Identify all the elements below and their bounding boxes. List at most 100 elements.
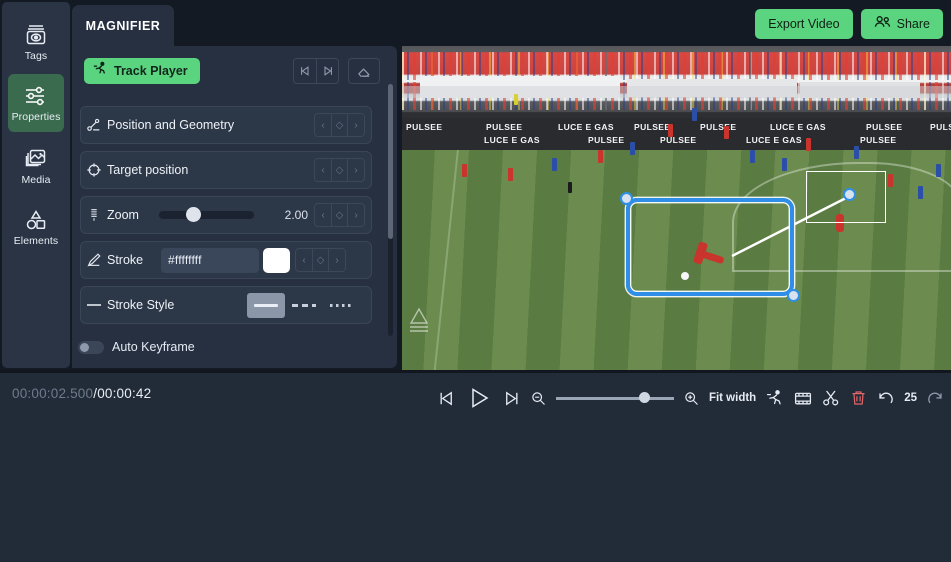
keyframe-step-group <box>293 58 339 84</box>
sidebar-item-tags[interactable]: Tags <box>8 12 64 70</box>
redo-icon[interactable] <box>927 390 944 407</box>
share-label: Share <box>896 17 930 31</box>
stroke-style-dotted-option[interactable] <box>323 293 361 318</box>
keyframe-add-button[interactable]: ◇ <box>312 248 329 272</box>
sidebar-item-label: Tags <box>24 49 48 62</box>
keyframe-prev-button[interactable]: ‹ <box>314 113 331 137</box>
video-editor-app: Tags Properties Media Elements MAGNIFIER… <box>0 0 951 562</box>
resize-handle-top-left[interactable] <box>620 192 633 205</box>
auto-keyframe-toggle[interactable] <box>78 340 104 354</box>
track-player-icon[interactable] <box>766 389 784 407</box>
sidebar-item-label: Media <box>21 173 51 186</box>
keyframe-nav: ‹ ◇ › <box>314 113 365 137</box>
shapes-icon <box>23 208 49 232</box>
share-button[interactable]: Share <box>860 9 943 39</box>
zoom-stack-icon <box>81 207 107 223</box>
zoom-out-icon[interactable] <box>531 391 546 406</box>
keyframe-next-button[interactable]: › <box>348 113 365 137</box>
sidebar-item-properties[interactable]: Properties <box>8 74 64 132</box>
zoom-slider[interactable] <box>159 207 254 222</box>
target-crosshair-icon <box>81 162 107 178</box>
stand-panel <box>402 86 951 98</box>
people-icon <box>874 15 891 34</box>
trash-icon[interactable] <box>850 389 867 407</box>
stroke-color-swatch[interactable] <box>263 247 290 273</box>
current-time: 00:00:02.500 <box>12 386 94 401</box>
row-label: Target position <box>107 163 189 177</box>
target-handle[interactable] <box>843 188 856 201</box>
media-images-icon <box>23 145 49 171</box>
ad-text: LUCE E GAS <box>484 135 540 145</box>
keyframe-next-button[interactable]: › <box>348 203 365 227</box>
sidebar-item-elements[interactable]: Elements <box>8 198 64 256</box>
keyframe-next-button[interactable]: › <box>329 248 346 272</box>
play-icon[interactable] <box>466 385 492 411</box>
keyframe-add-button[interactable]: ◇ <box>331 113 348 137</box>
keyframe-add-button[interactable]: ◇ <box>331 203 348 227</box>
zoom-in-icon[interactable] <box>684 391 699 406</box>
sidebar-item-label: Elements <box>13 234 59 247</box>
row-label: Zoom <box>107 208 139 222</box>
pen-stroke-icon <box>81 252 107 268</box>
track-player-button[interactable]: Track Player <box>84 58 200 84</box>
auto-keyframe-label: Auto Keyframe <box>112 340 195 354</box>
tab-magnifier[interactable]: MAGNIFIER <box>72 5 174 47</box>
film-strip-icon[interactable] <box>794 390 812 407</box>
row-label: Stroke <box>107 253 144 267</box>
ad-text: PULSEE <box>660 135 697 145</box>
export-video-label: Export Video <box>768 17 840 31</box>
clear-keyframes-button[interactable] <box>348 58 380 84</box>
sidebar-item-label: Properties <box>11 110 61 123</box>
panel-tab-title: MAGNIFIER <box>85 19 161 33</box>
timeline-zoom-thumb[interactable] <box>638 392 650 403</box>
properties-panel-scroll: Track Player Position and Geometry ‹ ◇ ›… <box>72 46 397 336</box>
row-target-position[interactable]: Target position ‹ ◇ › <box>80 151 372 189</box>
undo-icon[interactable] <box>877 390 894 407</box>
skip-next-icon[interactable] <box>502 389 521 408</box>
keyframe-prev-button[interactable]: ‹ <box>295 248 312 272</box>
keyframe-add-button[interactable]: ◇ <box>331 158 348 182</box>
prev-keyframe-button[interactable] <box>293 58 316 84</box>
sliders-icon <box>23 84 49 108</box>
stroke-style-dashed-option[interactable] <box>285 293 323 318</box>
properties-panel: Track Player Position and Geometry ‹ ◇ ›… <box>72 46 397 368</box>
magnifier-target-box[interactable] <box>806 171 886 223</box>
top-section: Tags Properties Media Elements MAGNIFIER… <box>0 0 951 370</box>
magnifier-overlay-box[interactable] <box>620 192 800 302</box>
keyframe-next-button[interactable]: › <box>348 158 365 182</box>
stroke-style-solid-option[interactable] <box>247 292 285 318</box>
timeline-toolbar: Fit width 25 <box>437 381 944 415</box>
keyframe-nav: ‹ ◇ › <box>314 203 365 227</box>
position-geometry-icon <box>81 117 107 133</box>
panel-scrollbar-thumb[interactable] <box>388 84 393 239</box>
resize-handle-bottom-right[interactable] <box>787 289 800 302</box>
keyframe-nav: ‹ ◇ › <box>295 248 346 272</box>
line-icon <box>81 302 107 308</box>
sidebar-item-media[interactable]: Media <box>8 136 64 194</box>
undo-count: 25 <box>904 392 917 404</box>
scissors-icon[interactable] <box>822 389 840 407</box>
total-time: 00:00:42 <box>97 386 152 401</box>
video-preview[interactable]: PULSEE PULSEE LUCE E GAS PULSEE PULSEE L… <box>402 46 951 370</box>
stroke-color-input[interactable]: #ffffffff <box>161 247 259 273</box>
stadium-stands <box>402 46 951 128</box>
timeline-zoom-slider[interactable] <box>555 392 674 403</box>
tags-icon <box>23 21 49 47</box>
export-video-button[interactable]: Export Video <box>755 9 853 39</box>
keyframe-prev-button[interactable]: ‹ <box>314 203 331 227</box>
stroke-style-options <box>247 292 361 318</box>
row-stroke: Stroke #ffffffff ‹ ◇ › <box>80 241 372 279</box>
ad-text: LUCE E GAS <box>746 135 802 145</box>
row-label: Position and Geometry <box>107 118 235 132</box>
track-player-label: Track Player <box>114 64 188 78</box>
runner-icon <box>93 61 108 81</box>
row-position-geometry[interactable]: Position and Geometry ‹ ◇ › <box>80 106 372 144</box>
fit-width-button[interactable]: Fit width <box>709 392 756 404</box>
skip-previous-icon[interactable] <box>437 389 456 408</box>
row-zoom: Zoom 2.00 ‹ ◇ › <box>80 196 372 234</box>
keyframe-prev-button[interactable]: ‹ <box>314 158 331 182</box>
zoom-slider-thumb[interactable] <box>186 207 201 222</box>
header-actions: Export Video Share <box>755 9 943 39</box>
next-keyframe-button[interactable] <box>316 58 339 84</box>
row-stroke-style: Stroke Style <box>80 286 372 324</box>
